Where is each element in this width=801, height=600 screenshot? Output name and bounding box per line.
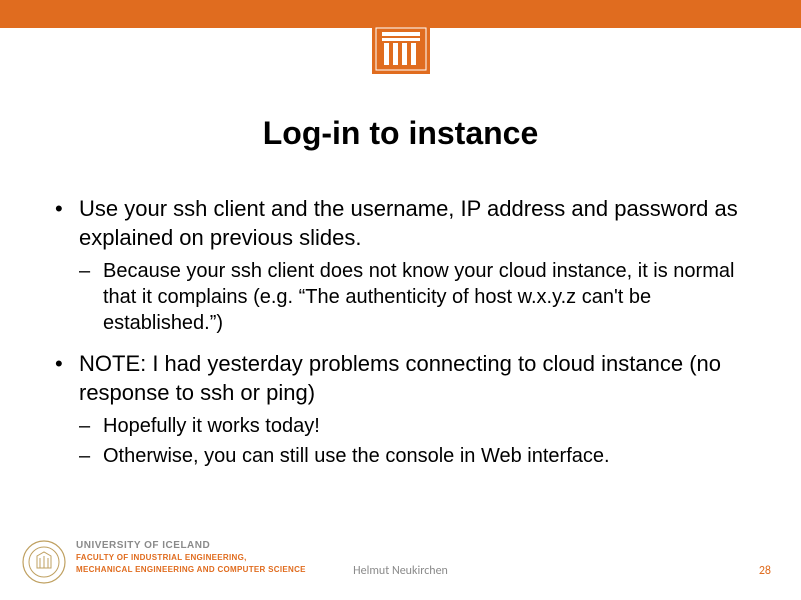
university-text-block: UNIVERSITY OF ICELAND FACULTY OF INDUSTR… [76, 540, 306, 574]
footer-author: Helmut Neukirchen [353, 564, 448, 578]
sub-bullet-item: Otherwise, you can still use the console… [79, 443, 746, 469]
footer-logo: UNIVERSITY OF ICELAND FACULTY OF INDUSTR… [22, 540, 306, 584]
bullet-text: Use your ssh client and the username, IP… [79, 196, 738, 250]
header-logo-icon [372, 24, 430, 79]
sub-bullet-item: Hopefully it works today! [79, 413, 746, 439]
university-seal-icon [22, 540, 66, 584]
slide-content: Use your ssh client and the username, IP… [55, 195, 746, 483]
footer: UNIVERSITY OF ICELAND FACULTY OF INDUSTR… [0, 524, 801, 584]
faculty-line: MECHANICAL ENGINEERING AND COMPUTER SCIE… [76, 565, 306, 575]
university-name: UNIVERSITY OF ICELAND [76, 540, 306, 551]
faculty-line: FACULTY OF INDUSTRIAL ENGINEERING, [76, 553, 306, 563]
sub-bullet-item: Because your ssh client does not know yo… [79, 258, 746, 336]
bullet-item: NOTE: I had yesterday problems connectin… [55, 350, 746, 469]
page-number: 28 [759, 564, 771, 578]
bullet-text: NOTE: I had yesterday problems connectin… [79, 351, 721, 405]
slide-title: Log-in to instance [0, 115, 801, 152]
bullet-item: Use your ssh client and the username, IP… [55, 195, 746, 336]
